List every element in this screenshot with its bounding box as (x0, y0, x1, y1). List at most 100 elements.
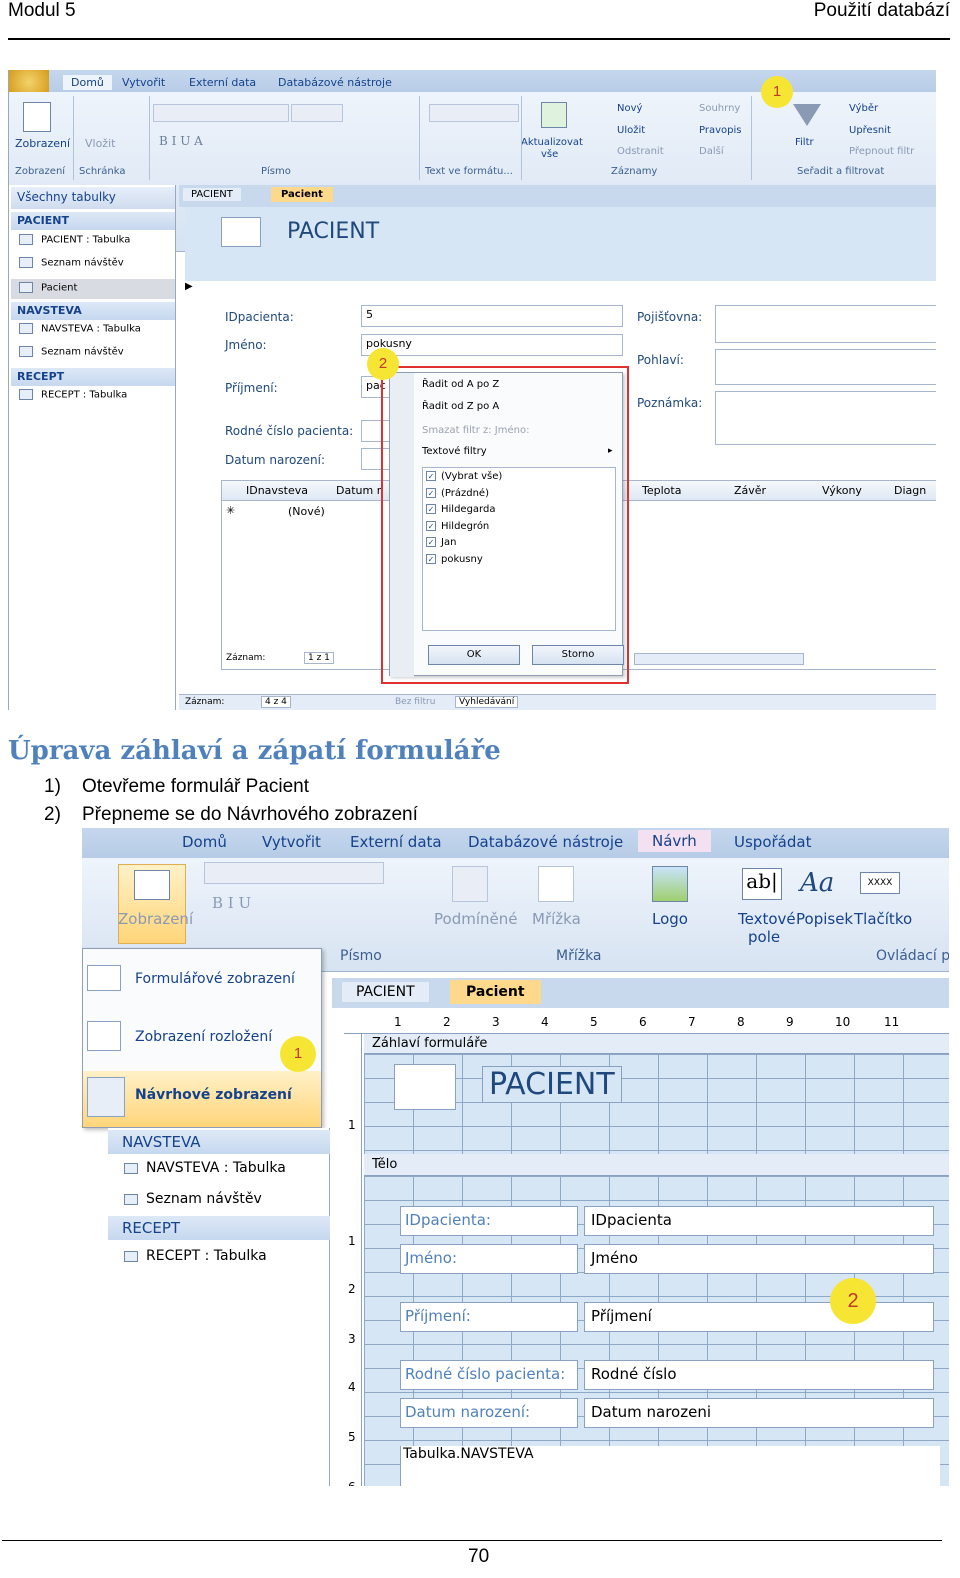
tab-databazove-nastroje[interactable]: Databázové nástroje (468, 833, 623, 851)
no-filter-indicator[interactable]: Bez filtru (395, 697, 435, 707)
tab-externi-data[interactable]: Externí data (189, 76, 256, 89)
nav-item[interactable]: Seznam návštěv (19, 257, 124, 269)
field-poznamka[interactable] (715, 391, 936, 445)
nav-item[interactable]: RECEPT : Tabulka (124, 1248, 267, 1264)
spelling-button[interactable]: Pravopis (699, 125, 741, 136)
view-button[interactable]: Zobrazení (15, 137, 70, 150)
tab-domu[interactable]: Domů (182, 833, 227, 851)
menu-form-view[interactable]: Formulářové zobrazení (135, 971, 295, 987)
nav-item[interactable]: RECEPT : Tabulka (19, 389, 127, 401)
save-record-button[interactable]: Uložit (617, 125, 645, 136)
paste-button[interactable]: Vložit (85, 137, 115, 150)
menu-sort-az[interactable]: Řadit od A po Z (422, 379, 499, 390)
subform-control[interactable]: Tabulka.NAVSTEVA (400, 1446, 940, 1486)
menu-clear-filter[interactable]: Smazat filtr z: Jméno: (422, 425, 529, 436)
filter-checkbox-item[interactable]: ✓ Hildegrón (426, 520, 489, 532)
design-textbox[interactable]: Rodné číslo (584, 1360, 934, 1390)
more-button[interactable]: Další (699, 146, 724, 157)
cancel-button[interactable]: Storno (532, 645, 624, 665)
tab-vytvorit[interactable]: Vytvořit (262, 833, 321, 851)
col-teplota[interactable]: Teplota (642, 484, 681, 497)
bold-italic-underline-icons[interactable]: B I U (212, 894, 251, 912)
selection-button[interactable]: Výběr (849, 103, 878, 114)
menu-layout-view[interactable]: Zobrazení rozložení (135, 1029, 272, 1045)
conditional-button[interactable]: Podmíněné (434, 910, 517, 928)
design-textbox[interactable]: Datum narozeni (584, 1398, 934, 1428)
col-vykony[interactable]: Výkony (822, 484, 862, 497)
bold-icon[interactable]: B I U A (159, 134, 203, 148)
nav-item[interactable]: Seznam návštěv (124, 1191, 262, 1207)
checkbox-checked-icon[interactable]: ✓ (426, 487, 436, 498)
form-title[interactable]: PACIENT (482, 1066, 622, 1103)
font-name-combo[interactable] (153, 104, 289, 122)
record-value[interactable]: 4 z 4 (261, 696, 291, 708)
design-label[interactable]: IDpacienta: (400, 1206, 578, 1236)
design-textbox[interactable]: IDpacienta (584, 1206, 934, 1236)
filter-checkbox-item[interactable]: ✓ pokusny (426, 554, 483, 565)
command-button[interactable]: Tlačítko (854, 910, 912, 928)
delete-record-button[interactable]: Odstranit (617, 146, 664, 157)
checkbox-checked-icon[interactable]: ✓ (426, 554, 436, 564)
filter-button[interactable]: Filtr (795, 137, 814, 148)
doc-tab-pacient-table[interactable]: PACIENT (342, 982, 429, 1002)
doc-tab-pacient-table[interactable]: PACIENT (183, 188, 241, 201)
tab-domu[interactable]: Domů (63, 75, 112, 90)
col-zaver[interactable]: Závěr (734, 484, 766, 497)
label-button[interactable]: Popisek (796, 910, 853, 928)
new-record-button[interactable]: Nový (617, 103, 642, 114)
col-idnavsteva[interactable]: IDnavsteva (246, 484, 308, 497)
col-datum[interactable]: Datum n (336, 484, 384, 497)
doc-tab-pacient-form[interactable]: Pacient (450, 980, 541, 1004)
totals-button[interactable]: Souhrny (699, 103, 740, 114)
tab-vytvorit[interactable]: Vytvořit (122, 76, 165, 89)
menu-design-view[interactable]: Návrhové zobrazení (135, 1087, 292, 1103)
col-diagn[interactable]: Diagn (894, 484, 926, 497)
new-row-text[interactable]: (Nové) (288, 505, 325, 518)
section-bar-header[interactable]: Záhlaví formuláře (364, 1034, 949, 1054)
design-label[interactable]: Příjmení: (400, 1302, 578, 1332)
nav-group-navsteva[interactable]: NAVSTEVA (108, 1130, 330, 1154)
logo-button[interactable]: Logo (652, 910, 688, 928)
design-textbox[interactable]: Příjmení (584, 1302, 934, 1332)
design-textbox[interactable]: Jméno (584, 1244, 934, 1274)
field-pojistovna[interactable] (715, 305, 936, 343)
refresh-all-button[interactable]: Aktualizovat (521, 137, 583, 148)
search-box[interactable]: Vyhledávání (455, 696, 519, 708)
toggle-filter-button[interactable]: Přepnout filtr (849, 146, 914, 157)
design-label[interactable]: Rodné číslo pacienta: (400, 1360, 578, 1390)
ok-button[interactable]: OK (428, 645, 520, 665)
design-label[interactable]: Jméno: (400, 1244, 578, 1274)
nav-group-recept[interactable]: RECEPT (11, 368, 175, 386)
field-pohlavi[interactable] (715, 349, 936, 385)
field-id[interactable]: 5 (361, 305, 623, 327)
filter-checkbox-item[interactable]: ✓ Jan (426, 537, 456, 548)
gridlines-button[interactable]: Mřížka (532, 910, 581, 928)
nav-group-pacient[interactable]: PACIENT (11, 212, 175, 230)
horizontal-scrollbar[interactable] (634, 653, 804, 665)
menu-sort-za[interactable]: Řadit od Z po A (422, 401, 499, 412)
nav-item[interactable]: NAVSTEVA : Tabulka (19, 323, 141, 335)
field-jmeno[interactable]: pokusny (361, 334, 623, 356)
filter-checkbox-item[interactable]: ✓ (Prázdné) (426, 487, 489, 499)
nav-group-navsteva[interactable]: NAVSTEVA (11, 302, 175, 320)
nav-item[interactable]: Seznam návštěv (19, 346, 124, 358)
menu-text-filters[interactable]: Textové filtry (422, 446, 487, 457)
view-button[interactable]: Zobrazení (118, 910, 193, 928)
design-label[interactable]: Datum narození: (400, 1398, 578, 1428)
checkbox-checked-icon[interactable]: ✓ (426, 537, 436, 548)
nav-title[interactable]: Všechny tabulky (11, 187, 175, 209)
nav-item[interactable]: PACIENT : Tabulka (19, 234, 130, 246)
tab-externi-data[interactable]: Externí data (350, 833, 442, 851)
tab-navrh[interactable]: Návrh (638, 830, 711, 852)
section-bar-body[interactable]: Tělo (364, 1154, 949, 1176)
form-logo-icon[interactable] (394, 1064, 456, 1110)
advanced-button[interactable]: Upřesnit (849, 125, 891, 136)
filter-checkbox-item[interactable]: ✓ (Vybrat vše) (426, 471, 502, 482)
tab-databazove-nastroje[interactable]: Databázové nástroje (278, 76, 392, 89)
font-size-combo[interactable] (291, 104, 343, 122)
doc-tab-pacient-form[interactable]: Pacient (271, 187, 333, 202)
subform-record-value[interactable]: 1 z 1 (304, 652, 334, 664)
nav-item[interactable]: NAVSTEVA : Tabulka (124, 1160, 286, 1176)
nav-item-selected[interactable]: Pacient (11, 279, 175, 299)
checkbox-checked-icon[interactable]: ✓ (426, 471, 436, 481)
